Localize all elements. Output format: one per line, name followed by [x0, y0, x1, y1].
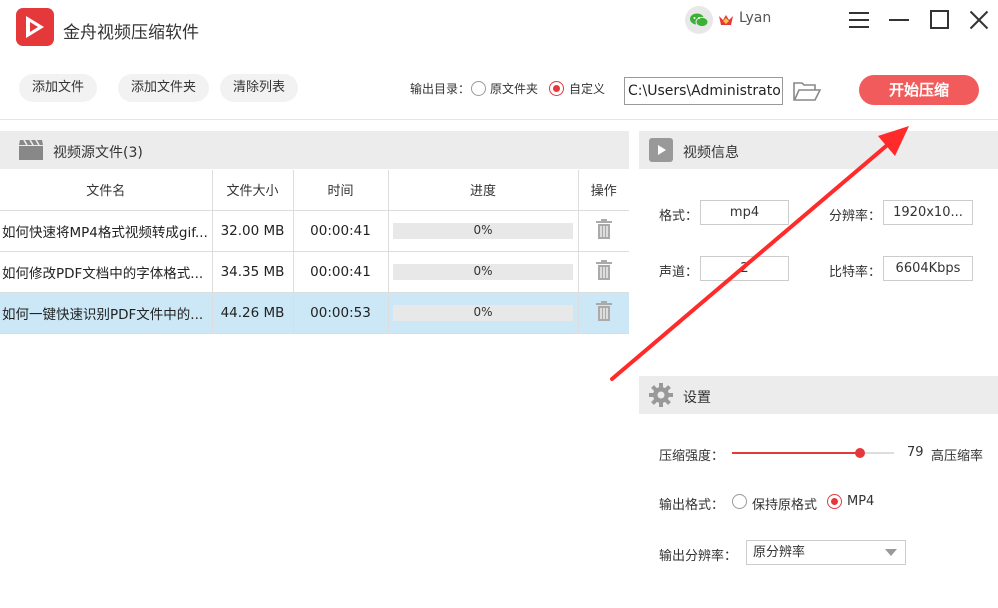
delete-icon[interactable] [595, 300, 612, 325]
resolution-value: 1920x10... [883, 200, 973, 225]
progress-bar: 0% [393, 263, 573, 280]
file-size: 44.26 MB [212, 292, 294, 334]
file-duration: 00:00:41 [293, 251, 389, 293]
app-logo-icon [16, 8, 54, 46]
close-icon[interactable] [967, 8, 991, 32]
settings-title: 设置 [683, 390, 711, 406]
chevron-down-icon [885, 549, 897, 556]
file-duration: 00:00:41 [293, 210, 389, 252]
table-row[interactable]: 如何修改PDF文档中的字体格式... 34.35 MB 00:00:41 0% [0, 251, 629, 293]
file-size: 34.35 MB [212, 251, 294, 293]
progress-bar: 0% [393, 222, 573, 239]
film-icon [19, 139, 43, 164]
column-header-time[interactable]: 时间 [293, 170, 389, 211]
format-mp4-radio[interactable] [827, 494, 842, 509]
output-custom-radio[interactable] [549, 81, 564, 96]
file-name: 如何修改PDF文档中的字体格式... [0, 251, 213, 293]
output-resolution-select[interactable]: 原分辨率 [746, 540, 906, 565]
format-label: 格式： [659, 209, 699, 224]
strength-slider[interactable] [732, 448, 894, 458]
strength-slider-handle[interactable] [854, 448, 865, 458]
video-play-icon [649, 138, 673, 166]
format-keep-label: 保持原格式 [752, 498, 818, 513]
output-resolution-label: 输出分辨率： [659, 549, 738, 564]
toolbar: 添加文件 添加文件夹 清除列表 输出目录： 原文件夹 自定义 C:\Users\… [0, 56, 998, 120]
video-info-header: 视频信息 [639, 131, 998, 169]
resolution-label: 分辨率： [829, 209, 882, 224]
bitrate-value: 6604Kbps [883, 256, 973, 281]
delete-icon[interactable] [595, 259, 612, 284]
add-file-button[interactable]: 添加文件 [19, 74, 98, 102]
vip-crown-icon [718, 13, 734, 31]
strength-description: 高压缩率 [931, 449, 984, 464]
column-header-action: 操作 [578, 170, 629, 211]
format-mp4-label: MP4 [847, 494, 875, 509]
channel-value: 2 [700, 256, 789, 281]
output-source-label: 原文件夹 [490, 82, 539, 96]
strength-value: 79 [907, 445, 924, 460]
settings-header: 设置 [639, 376, 998, 414]
source-panel-header: 视频源文件(3) [0, 131, 629, 169]
strength-slider-fill [732, 452, 860, 454]
start-compress-button[interactable]: 开始压缩 [859, 75, 979, 105]
file-size: 32.00 MB [212, 210, 294, 252]
output-dir-label: 输出目录： [410, 82, 471, 96]
maximize-icon[interactable] [928, 8, 952, 32]
file-name: 如何一键快速识别PDF文件中的... [0, 292, 213, 334]
output-format-label: 输出格式： [659, 498, 725, 513]
clear-list-button[interactable]: 清除列表 [220, 74, 299, 102]
output-custom-label: 自定义 [569, 82, 606, 96]
wechat-icon[interactable] [685, 6, 713, 34]
file-table: 文件名 文件大小 时间 进度 操作 如何快速将MP4格式视频转成gif... 3… [0, 170, 629, 334]
channel-label: 声道： [659, 265, 699, 280]
column-header-progress[interactable]: 进度 [388, 170, 579, 211]
add-folder-button[interactable]: 添加文件夹 [118, 74, 210, 102]
table-row[interactable]: 如何一键快速识别PDF文件中的... 44.26 MB 00:00:53 0% [0, 292, 629, 334]
source-panel-title: 视频源文件(3) [53, 145, 143, 161]
output-source-radio[interactable] [471, 81, 486, 96]
format-value: mp4 [700, 200, 789, 225]
strength-label: 压缩强度： [659, 449, 725, 464]
format-keep-radio[interactable] [732, 494, 747, 509]
column-header-size[interactable]: 文件大小 [212, 170, 294, 211]
username[interactable]: Lyan [739, 10, 771, 26]
output-path-field[interactable]: C:\Users\Administrator\ [624, 77, 783, 105]
table-header: 文件名 文件大小 时间 进度 操作 [0, 170, 629, 211]
title-bar: 金舟视频压缩软件 Lyan [0, 0, 998, 56]
video-info-title: 视频信息 [683, 145, 739, 161]
file-name: 如何快速将MP4格式视频转成gif... [0, 210, 213, 252]
column-header-name[interactable]: 文件名 [0, 170, 213, 211]
file-duration: 00:00:53 [293, 292, 389, 334]
app-title: 金舟视频压缩软件 [63, 23, 199, 43]
open-folder-icon[interactable] [793, 82, 822, 106]
minimize-icon[interactable] [887, 8, 911, 32]
bitrate-label: 比特率： [829, 265, 882, 280]
progress-bar: 0% [393, 304, 573, 321]
gear-icon [649, 383, 673, 411]
output-resolution-value: 原分辨率 [753, 545, 806, 560]
delete-icon[interactable] [595, 218, 612, 243]
table-row[interactable]: 如何快速将MP4格式视频转成gif... 32.00 MB 00:00:41 0… [0, 210, 629, 252]
menu-icon[interactable] [847, 8, 871, 32]
